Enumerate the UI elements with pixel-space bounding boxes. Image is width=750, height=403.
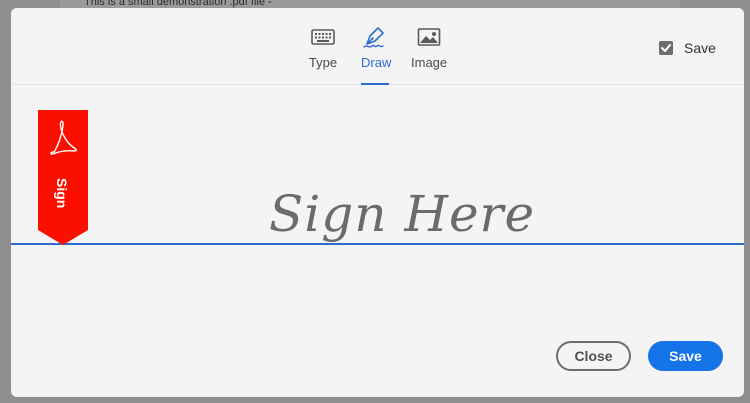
close-button[interactable]: Close bbox=[556, 341, 631, 371]
sign-flag-label: Sign bbox=[54, 178, 70, 208]
tab-type-label: Type bbox=[308, 55, 338, 70]
save-button[interactable]: Save bbox=[648, 341, 723, 371]
tab-draw[interactable]: Draw bbox=[361, 24, 392, 85]
pen-icon bbox=[363, 27, 384, 48]
sign-here-placeholder: Sign Here bbox=[269, 185, 536, 243]
tab-image-label: Image bbox=[411, 55, 448, 70]
drawing-canvas[interactable]: Sign Sign Here bbox=[11, 85, 744, 397]
image-icon bbox=[417, 28, 441, 46]
save-signature-toggle[interactable]: Save bbox=[659, 38, 716, 58]
checkmark-icon bbox=[661, 44, 671, 52]
signature-baseline bbox=[11, 243, 744, 245]
keyboard-icon bbox=[311, 29, 335, 45]
signature-dialog: Type Draw Image Save Sign Sign Here Clos… bbox=[11, 8, 744, 397]
document-text: This is a small demonstration .pdf file … bbox=[84, 0, 272, 8]
save-checkbox[interactable] bbox=[659, 41, 673, 55]
tab-draw-label: Draw bbox=[361, 55, 392, 70]
signature-tabs: Type Draw Image bbox=[11, 8, 744, 85]
tab-image[interactable]: Image bbox=[411, 24, 447, 84]
tab-type[interactable]: Type bbox=[308, 24, 338, 84]
save-checkbox-label: Save bbox=[684, 40, 716, 56]
sign-flag: Sign bbox=[38, 110, 88, 245]
